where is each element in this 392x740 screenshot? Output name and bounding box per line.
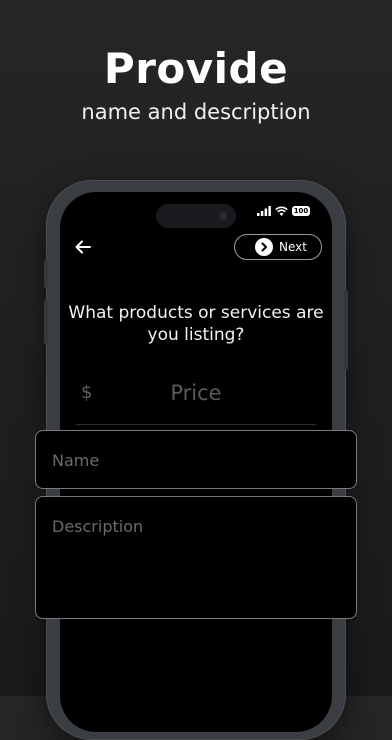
description-field[interactable]: Description — [35, 496, 357, 619]
next-button[interactable]: Next — [234, 234, 322, 260]
description-placeholder: Description — [52, 517, 144, 536]
arrow-left-icon[interactable] — [74, 238, 92, 256]
chevron-right-icon — [255, 238, 273, 256]
headline: Provide — [103, 44, 289, 93]
phone-volume-button — [44, 260, 48, 288]
phone-side-button — [344, 290, 348, 370]
status-bar: 100 — [257, 206, 310, 216]
battery-icon: 100 — [292, 206, 310, 216]
phone-volume-button — [44, 300, 48, 344]
name-field[interactable]: Name — [35, 430, 357, 489]
wifi-icon — [275, 206, 288, 216]
price-divider — [76, 424, 316, 425]
name-placeholder: Name — [52, 451, 100, 470]
signal-icon — [257, 206, 271, 216]
camera-dot — [219, 212, 227, 220]
dynamic-island — [156, 204, 236, 228]
price-input[interactable]: Price — [60, 381, 332, 405]
next-label: Next — [279, 240, 307, 254]
question-text: What products or services are you listin… — [68, 303, 324, 345]
subheadline: name and description — [81, 100, 311, 124]
